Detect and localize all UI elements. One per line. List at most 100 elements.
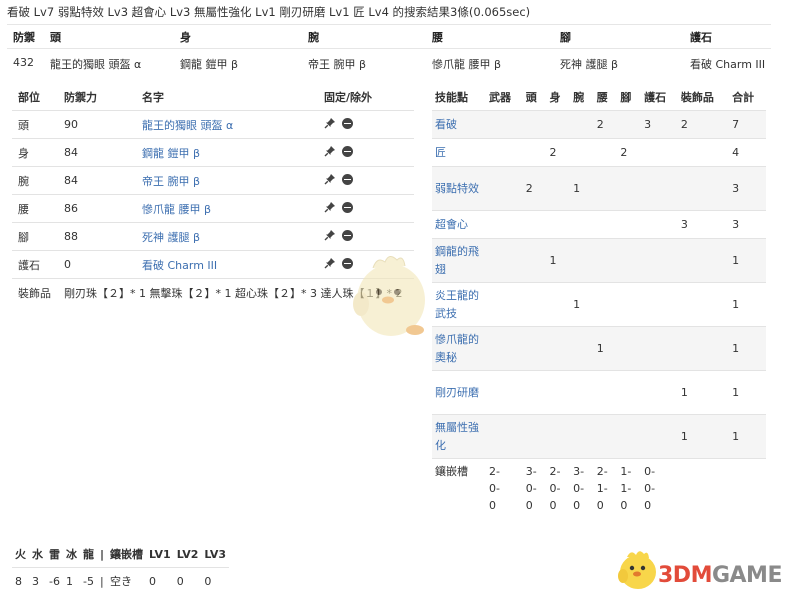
skill-total: 3 [729, 210, 766, 239]
skill-cell [617, 166, 642, 211]
equipment-name-link[interactable]: 帝王 腕甲 β [142, 175, 200, 188]
skill-cell [486, 282, 523, 327]
skill-name-link[interactable]: 無屬性強化 [435, 419, 479, 455]
res-sep: | [97, 567, 108, 594]
overview-charm-value: 看破 Charm III [690, 58, 766, 71]
equipment-header-part: 部位 [18, 91, 40, 104]
table-row: 剛刃研磨 1 1 [432, 370, 766, 415]
skill-cell [486, 138, 523, 167]
skill-cell [522, 138, 547, 167]
skill-cell [677, 282, 730, 327]
res-header-sep: | [100, 547, 105, 561]
skill-cell: 3 [641, 110, 678, 139]
equipment-defense: 0 [58, 250, 136, 279]
overview-header-defense: 防禦 [13, 31, 35, 44]
skill-name-link[interactable]: 匠 [435, 144, 479, 162]
res-thunder: -6 [46, 567, 63, 594]
pin-icon[interactable] [324, 229, 336, 241]
skill-name-link[interactable]: 慘爪龍的奧秘 [435, 331, 479, 367]
skill-name-link[interactable]: 看破 [435, 116, 479, 134]
equipment-header-name: 名字 [142, 91, 164, 104]
skills-table: 技能點 武器 頭 身 腕 腰 腳 護石 裝飾品 合計 看破 2 3 2 7 匠 … [432, 84, 766, 515]
skill-cell: 1 [570, 282, 594, 327]
skill-cell [546, 414, 571, 459]
skill-total: 7 [729, 110, 766, 139]
slot-value: 0-0-0 [644, 465, 656, 512]
skill-cell [486, 238, 523, 283]
pin-icon[interactable] [324, 145, 336, 157]
overview-waist-value: 慘爪龍 腰甲 β [432, 58, 502, 71]
skill-cell [641, 282, 678, 327]
equipment-name-link[interactable]: 慘爪龍 腰甲 β [142, 203, 211, 216]
skill-cell [522, 282, 547, 327]
skill-total: 1 [729, 238, 766, 283]
skill-name-link[interactable]: 鋼龍的飛翅 [435, 243, 479, 279]
overview-defense-value: 432 [13, 56, 34, 69]
skill-cell [677, 238, 730, 283]
skill-cell: 2 [593, 110, 618, 139]
resistance-table: 火 水 雷 冰 龍 | 鑲嵌槽 LV1 LV2 LV3 8 3 -6 1 -5 … [12, 541, 230, 594]
overview-header-waist: 腰 [432, 31, 443, 44]
exclude-icon[interactable] [342, 201, 353, 213]
skill-cell [546, 282, 571, 327]
table-row: 鋼龍的飛翅 1 1 [432, 238, 766, 283]
slots-row: 鑲嵌槽 2-0-0 3-0-0 2-0-0 3-0-0 2-1-0 1-1-0 … [432, 458, 766, 515]
exclude-icon[interactable] [342, 145, 353, 157]
equipment-part: 身 [12, 138, 58, 167]
skill-cell [641, 138, 678, 167]
overview-header-arm: 腕 [308, 31, 319, 44]
skill-cell [522, 370, 547, 415]
skill-cell [570, 138, 594, 167]
skill-cell [617, 326, 642, 371]
exclude-icon[interactable] [342, 173, 353, 185]
equipment-name-link[interactable]: 死神 護腿 β [142, 231, 200, 244]
pin-icon[interactable] [324, 117, 336, 129]
skill-cell [546, 166, 571, 211]
skills-header-deco: 裝飾品 [680, 91, 714, 104]
pin-icon[interactable] [324, 201, 336, 213]
pin-icon[interactable] [324, 173, 336, 185]
skill-cell [593, 210, 618, 239]
skill-cell [570, 326, 594, 371]
skills-header-row: 技能點 武器 頭 身 腕 腰 腳 護石 裝飾品 合計 [432, 84, 766, 111]
skills-header-head: 頭 [525, 91, 537, 104]
res-header-lv1: LV1 [149, 547, 171, 561]
slot-value: 2-0-0 [489, 465, 500, 512]
skill-cell [486, 370, 523, 415]
skill-cell [522, 326, 547, 371]
overview-divider-top [7, 24, 771, 25]
table-row: 匠 2 2 4 [432, 138, 766, 167]
skill-cell [677, 166, 730, 211]
skill-name-link[interactable]: 炎王龍的武技 [435, 287, 479, 323]
skill-name-link[interactable]: 剛刃研磨 [435, 384, 479, 402]
skill-name-link[interactable]: 超會心 [435, 216, 479, 234]
skill-cell [570, 210, 594, 239]
pin-icon[interactable] [324, 257, 336, 269]
skills-header-body: 身 [549, 91, 561, 104]
equipment-name-link[interactable]: 龍王的獨眼 頭盔 α [142, 119, 233, 132]
exclude-icon[interactable] [342, 117, 353, 129]
skill-cell [617, 414, 642, 459]
skill-name-link[interactable]: 弱點特效 [435, 180, 479, 198]
skill-cell: 1 [677, 370, 730, 415]
table-row: 弱點特效 2 1 3 [432, 166, 766, 211]
exclude-icon[interactable] [342, 229, 353, 241]
table-row: 無屬性強化 1 1 [432, 414, 766, 459]
slot-value: 3-0-0 [525, 465, 537, 512]
equipment-name-link[interactable]: 鋼龍 鎧甲 β [142, 147, 200, 160]
res-header-thunder: 雷 [49, 548, 60, 561]
equipment-part: 頭 [12, 110, 58, 139]
watermark-suffix: GAME [711, 563, 783, 588]
skill-cell [546, 370, 571, 415]
skill-cell: 1 [570, 166, 594, 211]
equipment-defense: 88 [58, 222, 136, 251]
skill-cell: 1 [546, 238, 571, 283]
overview-arm-value: 帝王 腕甲 β [308, 58, 367, 71]
equipment-header-row: 部位 防禦力 名字 固定/除外 [12, 84, 414, 111]
equipment-name-link[interactable]: 看破 Charm III [142, 259, 217, 272]
skill-cell [593, 238, 618, 283]
res-lv2: 0 [173, 567, 202, 594]
res-header-lv2: LV2 [176, 547, 199, 561]
table-row: 炎王龍的武技 1 1 [432, 282, 766, 327]
overview-legs-value: 死神 護腿 β [560, 58, 619, 71]
